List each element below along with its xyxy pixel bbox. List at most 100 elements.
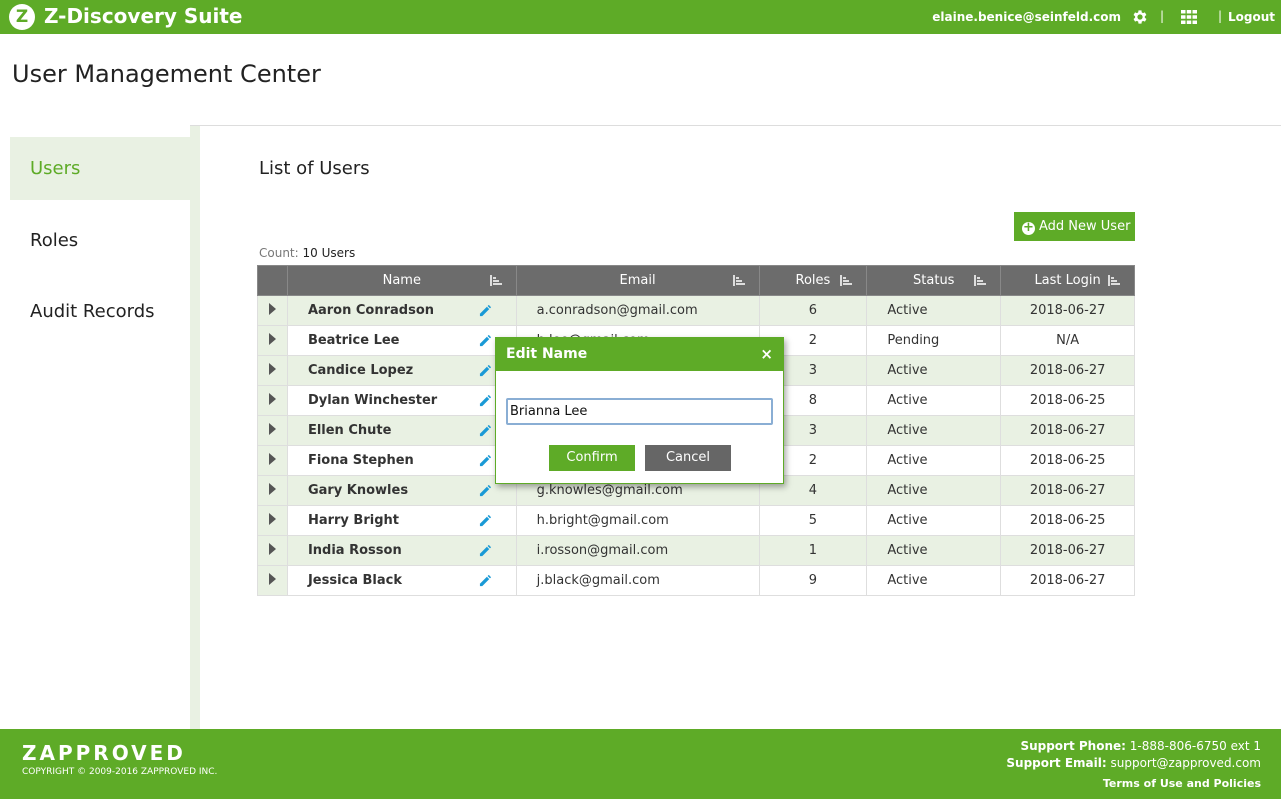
expand-arrow-icon xyxy=(268,362,276,375)
column-header-name[interactable]: Name xyxy=(286,265,517,296)
sort-icon[interactable] xyxy=(1108,275,1120,286)
pencil-icon[interactable] xyxy=(479,334,492,347)
row-expand-toggle[interactable] xyxy=(257,535,288,566)
separator: | xyxy=(1160,9,1165,23)
cell-last-login: N/A xyxy=(1000,325,1135,356)
add-new-user-label: Add New User xyxy=(1039,219,1131,234)
pencil-icon[interactable] xyxy=(479,454,492,467)
sort-icon[interactable] xyxy=(840,275,853,286)
app-title: Z-Discovery Suite xyxy=(44,4,243,28)
row-expand-toggle[interactable] xyxy=(257,565,288,596)
expand-arrow-icon xyxy=(268,332,276,345)
cell-roles: 9 xyxy=(758,565,868,596)
support-phone-label: Support Phone: xyxy=(1020,739,1126,753)
column-header-email[interactable]: Email xyxy=(515,265,760,296)
row-expand-toggle[interactable] xyxy=(257,505,288,536)
top-bar: Z Z-Discovery Suite elaine.benice@seinfe… xyxy=(0,0,1281,34)
row-expand-toggle[interactable] xyxy=(257,415,288,446)
cell-last-login: 2018-06-27 xyxy=(1000,295,1135,326)
column-label: Email xyxy=(619,273,656,288)
cell-name: Candice Lopez xyxy=(286,355,517,386)
apps-grid-icon[interactable] xyxy=(1181,10,1197,24)
cell-email: h.bright@gmail.com xyxy=(515,505,760,536)
edit-name-input[interactable] xyxy=(506,398,773,425)
cell-name: Fiona Stephen xyxy=(286,445,517,476)
user-name: Beatrice Lee xyxy=(307,333,400,348)
pencil-icon[interactable] xyxy=(479,364,492,377)
pencil-icon[interactable] xyxy=(479,424,492,437)
cell-last-login: 2018-06-27 xyxy=(1000,565,1135,596)
cell-name: Dylan Winchester xyxy=(286,385,517,416)
sidebar-item-audit-records[interactable]: Audit Records xyxy=(10,280,190,343)
divider xyxy=(190,125,1281,126)
cell-status: Pending xyxy=(866,325,1002,356)
cell-status: Active xyxy=(866,355,1002,386)
pencil-icon[interactable] xyxy=(479,394,492,407)
support-email[interactable]: support@zapproved.com xyxy=(1110,756,1261,770)
column-header-last-login[interactable]: Last Login xyxy=(1000,265,1135,296)
pencil-icon[interactable] xyxy=(479,574,492,587)
user-email[interactable]: elaine.benice@seinfeld.com xyxy=(932,10,1121,24)
edit-name-dialog: Edit Name × Confirm Cancel xyxy=(495,337,784,484)
sort-icon[interactable] xyxy=(489,275,502,286)
cell-status: Active xyxy=(866,505,1002,536)
cell-name: Gary Knowles xyxy=(286,475,517,506)
cell-roles: 1 xyxy=(758,535,868,566)
confirm-button[interactable]: Confirm xyxy=(549,445,635,471)
cell-last-login: 2018-06-27 xyxy=(1000,535,1135,566)
count-label: Count: xyxy=(259,246,299,260)
section-title: List of Users xyxy=(259,158,370,179)
column-header-roles[interactable]: Roles xyxy=(758,265,868,296)
row-expand-toggle[interactable] xyxy=(257,445,288,476)
cell-name: Harry Bright xyxy=(286,505,517,536)
dialog-header: Edit Name × xyxy=(496,338,783,371)
pencil-icon[interactable] xyxy=(479,514,492,527)
cell-status: Active xyxy=(866,475,1002,506)
user-count: Count: 10 Users xyxy=(259,246,355,260)
cell-status: Active xyxy=(866,445,1002,476)
expand-arrow-icon xyxy=(268,422,276,435)
row-expand-toggle[interactable] xyxy=(257,295,288,326)
add-new-user-button[interactable]: + Add New User xyxy=(1014,212,1135,241)
cell-status: Active xyxy=(866,385,1002,416)
cell-email: j.black@gmail.com xyxy=(515,565,760,596)
cell-roles: 5 xyxy=(758,505,868,536)
terms-link[interactable]: Terms of Use and Policies xyxy=(1103,777,1261,790)
row-expand-toggle[interactable] xyxy=(257,475,288,506)
pencil-icon[interactable] xyxy=(479,544,492,557)
pencil-icon[interactable] xyxy=(479,304,492,317)
row-expand-toggle[interactable] xyxy=(257,385,288,416)
cancel-button[interactable]: Cancel xyxy=(645,445,731,471)
copyright: COPYRIGHT © 2009-2016 ZAPPROVED INC. xyxy=(22,767,218,777)
expand-arrow-icon xyxy=(268,572,276,585)
row-expand-toggle[interactable] xyxy=(257,325,288,356)
support-info: Support Phone: 1-888-806-6750 ext 1 Supp… xyxy=(1006,738,1261,772)
cell-name: Jessica Black xyxy=(286,565,517,596)
user-name: Aaron Conradson xyxy=(307,303,435,318)
sort-icon[interactable] xyxy=(974,275,987,286)
sort-icon[interactable] xyxy=(732,275,745,286)
gear-icon[interactable] xyxy=(1131,8,1149,26)
column-header-status[interactable]: Status xyxy=(866,265,1002,296)
table-header-row: Name Email Roles Status Last Login xyxy=(257,265,1135,296)
cell-last-login: 2018-06-25 xyxy=(1000,445,1135,476)
cell-last-login: 2018-06-25 xyxy=(1000,385,1135,416)
table-row: Harry Bright h.bright@gmail.com 5 Active 201… xyxy=(257,505,1135,536)
row-expand-toggle[interactable] xyxy=(257,355,288,386)
cell-status: Active xyxy=(866,415,1002,446)
sidebar-item-users[interactable]: Users xyxy=(10,137,190,200)
sidebar-item-roles[interactable]: Roles xyxy=(10,209,190,272)
user-name: Ellen Chute xyxy=(307,423,392,438)
user-name: Jessica Black xyxy=(307,573,403,588)
close-icon[interactable]: × xyxy=(760,338,773,371)
sidebar-border xyxy=(190,126,200,729)
user-name: India Rosson xyxy=(307,543,402,558)
pencil-icon[interactable] xyxy=(479,484,492,497)
expand-column-header xyxy=(257,265,288,296)
footer-brand-logo: ZAPPROVED xyxy=(22,741,186,765)
user-name: Gary Knowles xyxy=(307,483,409,498)
footer: ZAPPROVED COPYRIGHT © 2009-2016 ZAPPROVE… xyxy=(0,729,1281,799)
logout-link[interactable]: Logout xyxy=(1228,10,1275,24)
cell-status: Active xyxy=(866,535,1002,566)
table-row: Jessica Black j.black@gmail.com 9 Active 201… xyxy=(257,565,1135,596)
